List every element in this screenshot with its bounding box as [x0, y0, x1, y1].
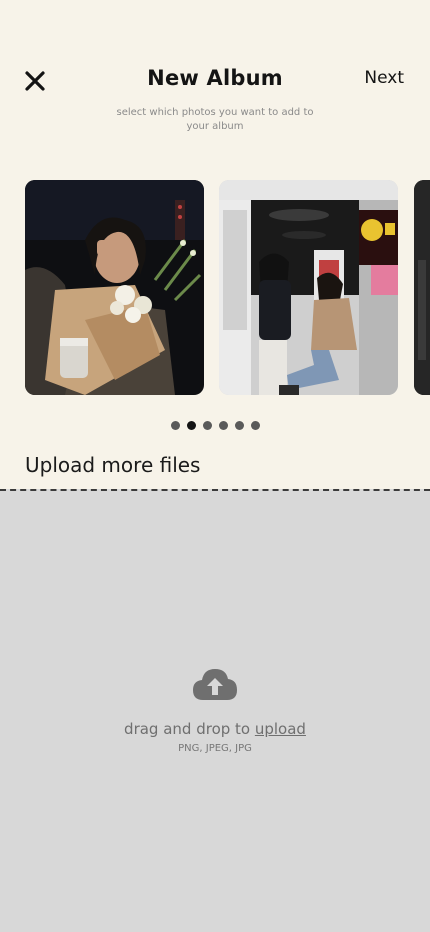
- pagination-dot[interactable]: [202, 421, 212, 430]
- cloud-upload-icon: [191, 666, 239, 702]
- pagination-dot[interactable]: [186, 421, 196, 430]
- photo-two-women-storefront[interactable]: [219, 180, 398, 395]
- drop-prefix-text: drag and drop to: [124, 720, 255, 738]
- upload-link[interactable]: upload: [255, 720, 306, 738]
- accepted-formats: PNG, JPEG, JPG: [178, 743, 252, 754]
- photo-partial[interactable]: [414, 180, 430, 395]
- next-button[interactable]: Next: [364, 68, 404, 88]
- page-subtitle: select which photos you want to add to y…: [110, 106, 320, 134]
- upload-section-title: Upload more files: [25, 453, 201, 477]
- subtitle-line-1: select which photos you want to add to: [116, 107, 314, 118]
- pagination-dot[interactable]: [250, 421, 260, 430]
- subtitle-line-2: your album: [186, 121, 244, 132]
- upload-dropzone[interactable]: drag and drop to upload PNG, JPEG, JPG: [0, 489, 430, 932]
- drop-instructions: drag and drop to upload: [0, 720, 430, 738]
- pagination-dot[interactable]: [218, 421, 228, 430]
- pagination-dot[interactable]: [234, 421, 244, 430]
- photo-carousel[interactable]: [0, 180, 430, 397]
- header: New Album Next select which photos you w…: [0, 0, 430, 150]
- photo-woman-flowers[interactable]: [25, 180, 204, 395]
- pagination-dot[interactable]: [170, 421, 180, 430]
- carousel-pagination: [0, 421, 430, 431]
